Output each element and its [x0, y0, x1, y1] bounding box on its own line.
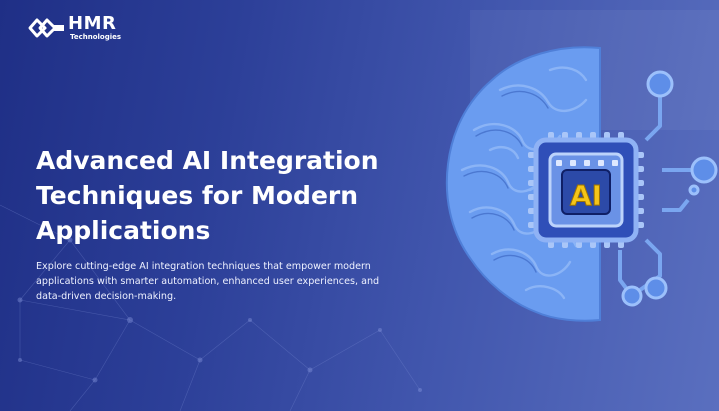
ai-brain-illustration: AI	[445, 46, 718, 322]
brand-logo[interactable]: HMR Technologies	[26, 14, 121, 42]
ai-chip-icon: AI	[528, 132, 644, 248]
hero-description: Explore cutting-edge AI integration tech…	[36, 261, 380, 302]
brand-tagline: Technologies	[70, 33, 122, 41]
chip-label: AI	[570, 179, 602, 212]
brand-name: HMR	[68, 13, 117, 34]
page-title: Advanced AI Integration Techniques for M…	[36, 146, 379, 245]
logo-icon	[28, 18, 64, 38]
hero-banner: HMR Technologies Advanced AI Integration…	[0, 0, 719, 411]
